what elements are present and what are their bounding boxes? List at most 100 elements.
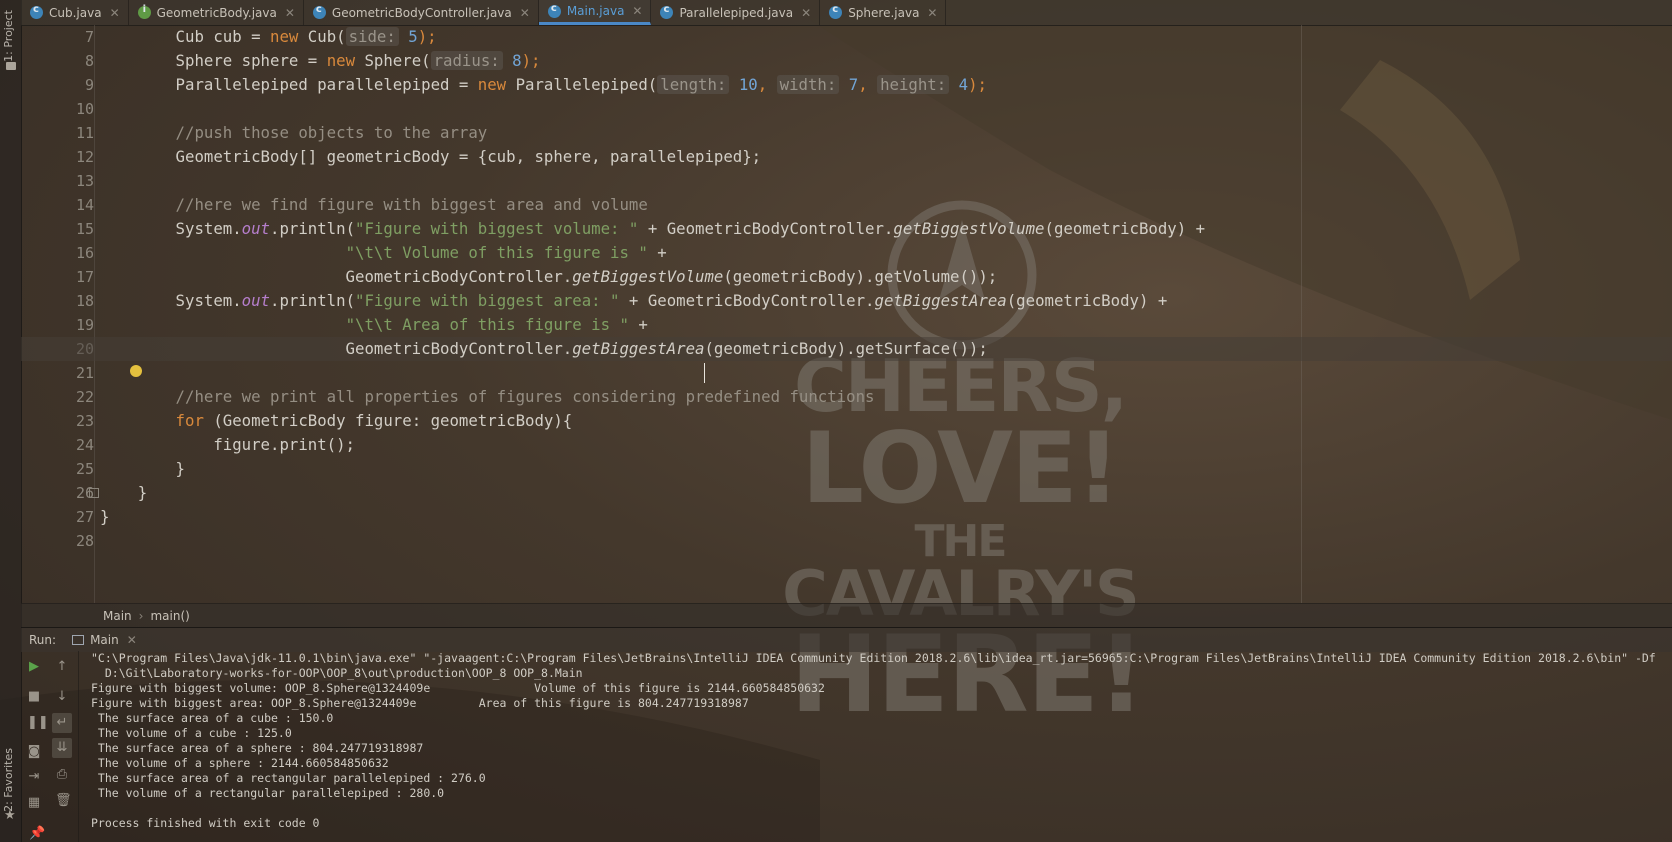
tab-cub-java[interactable]: Cub.java ✕ xyxy=(21,0,129,25)
text-caret xyxy=(704,363,705,383)
tab-label: GeometricBodyController.java xyxy=(331,5,512,20)
param-hint: length: xyxy=(657,75,730,94)
breadcrumb-class[interactable]: Main xyxy=(103,609,132,623)
tab-parallelepiped-java[interactable]: Parallelepiped.java ✕ xyxy=(651,0,821,25)
console-line: The surface area of a sphere : 804.24771… xyxy=(91,741,424,755)
ide-window: CHEERS, LOVE! THE CAVALRY'S HERE! 1: Pro… xyxy=(0,0,1672,842)
code-line-7: Cub cub = new Cub(side: 5); xyxy=(100,27,437,46)
breadcrumb: Main › main() xyxy=(21,603,1672,628)
class-icon xyxy=(660,4,674,19)
tab-sphere-java[interactable]: Sphere.java ✕ xyxy=(820,0,947,25)
tab-geometricbody-java[interactable]: GeometricBody.java ✕ xyxy=(129,0,304,25)
class-icon xyxy=(30,4,43,19)
login-icon[interactable]: ⇥ xyxy=(27,770,41,784)
console-output[interactable]: "C:\Program Files\Java\jdk-11.0.1\bin\ja… xyxy=(86,651,1672,842)
code-line-24: figure.print(); xyxy=(100,435,356,454)
code-line-14: //here we find figure with biggest area … xyxy=(100,195,648,214)
scroll-to-end-icon[interactable]: ⇊ xyxy=(52,738,72,758)
code-line-11: //push those objects to the array xyxy=(100,123,488,142)
console-line: Figure with biggest volume: OOP_8.Sphere… xyxy=(91,681,825,695)
chevron-right-icon: › xyxy=(138,609,144,623)
soft-wrap-icon[interactable]: ↵ xyxy=(52,713,72,733)
close-icon[interactable]: ✕ xyxy=(927,6,937,20)
breadcrumb-method[interactable]: main() xyxy=(150,609,189,623)
code-editor[interactable]: 7 8 9 10 11 12 13 14 15 16 17 18 19 20 2… xyxy=(21,25,1672,603)
gutter-separator xyxy=(94,25,95,603)
console-line: The surface area of a rectangular parall… xyxy=(91,771,486,785)
star-icon[interactable]: ★ xyxy=(4,808,16,823)
line-number: 8 xyxy=(84,52,94,70)
param-hint: height: xyxy=(877,75,950,94)
line-number: 23 xyxy=(75,412,94,430)
line-number: 17 xyxy=(75,268,94,286)
close-icon[interactable]: ✕ xyxy=(801,6,811,20)
close-icon[interactable]: ✕ xyxy=(127,633,137,647)
console-line: The volume of a sphere : 2144.6605848506… xyxy=(91,756,389,770)
close-icon[interactable]: ✕ xyxy=(632,4,642,18)
tab-label: Cub.java xyxy=(49,5,102,20)
line-number: 15 xyxy=(75,220,94,238)
code-area[interactable]: Cub cub = new Cub(side: 5); Sphere spher… xyxy=(21,25,1672,603)
rerun-icon[interactable]: ▶ xyxy=(27,660,41,674)
code-line-27: } xyxy=(100,507,110,526)
tab-geometricbodycontroller-java[interactable]: GeometricBodyController.java ✕ xyxy=(304,0,539,25)
class-icon xyxy=(829,4,843,19)
layout-icon[interactable]: ▦ xyxy=(27,796,41,810)
tab-main-java[interactable]: Main.java ✕ xyxy=(538,0,652,25)
line-number: 24 xyxy=(75,436,94,454)
code-line-17: GeometricBodyController.getBiggestVolume… xyxy=(100,267,998,286)
stop-icon[interactable]: ■ xyxy=(27,690,41,704)
close-icon[interactable]: ✕ xyxy=(285,6,295,20)
line-number: 7 xyxy=(84,28,94,46)
code-line-19: "\t\t Area of this figure is " + xyxy=(345,315,648,334)
line-number: 14 xyxy=(75,196,94,214)
code-line-23: for (GeometricBody figure: geometricBody… xyxy=(100,411,573,430)
print-icon[interactable]: ⎙ xyxy=(55,768,69,782)
run-tab-main[interactable]: Main ✕ xyxy=(72,633,137,647)
line-number: 27 xyxy=(75,508,94,526)
interface-icon xyxy=(137,4,151,19)
trash-icon[interactable]: 🗑 xyxy=(55,794,72,808)
project-tool-window-button[interactable]: 1: Project xyxy=(2,10,15,62)
class-icon xyxy=(547,3,561,18)
tab-label: GeometricBody.java xyxy=(156,5,277,20)
line-number: 22 xyxy=(75,388,94,406)
console-line: Process finished with exit code 0 xyxy=(91,816,320,830)
code-line-26: } xyxy=(100,483,148,502)
camera-icon[interactable]: ◙ xyxy=(27,745,41,759)
close-icon[interactable]: ✕ xyxy=(520,6,530,20)
fold-marker-icon[interactable] xyxy=(89,488,99,498)
intention-bulb-icon[interactable] xyxy=(130,365,142,377)
code-line-22: //here we print all properties of figure… xyxy=(100,387,875,406)
line-number-gutter: 7 8 9 10 11 12 13 14 15 16 17 18 19 20 2… xyxy=(21,25,94,603)
close-icon[interactable]: ✕ xyxy=(110,6,120,20)
pause-icon[interactable]: ❚❚ xyxy=(27,716,49,730)
console-line: The surface area of a cube : 150.0 xyxy=(91,711,334,725)
line-number: 9 xyxy=(84,76,94,94)
console-line: Figure with biggest area: OOP_8.Sphere@1… xyxy=(91,696,749,710)
arrow-up-icon[interactable]: ↑ xyxy=(55,660,69,674)
run-config-icon xyxy=(72,635,85,645)
line-number: 26 xyxy=(75,484,94,502)
line-number: 18 xyxy=(75,292,94,310)
class-icon xyxy=(312,4,326,19)
line-number: 25 xyxy=(75,460,94,478)
code-line-20: GeometricBodyController.getBiggestArea(g… xyxy=(21,337,1672,361)
editor-tab-bar: Cub.java ✕ GeometricBody.java ✕ Geometri… xyxy=(21,0,1672,26)
tab-label: Main.java xyxy=(566,4,625,18)
line-number: 12 xyxy=(75,148,94,166)
code-line-25: } xyxy=(100,459,186,478)
arrow-down-icon[interactable]: ↓ xyxy=(55,690,69,704)
console-line: The volume of a cube : 125.0 xyxy=(91,726,292,740)
code-line-18: System.out.println("Figure with biggest … xyxy=(100,291,1168,310)
line-number: 10 xyxy=(75,100,94,118)
favorites-tool-window-button[interactable]: 2: Favorites xyxy=(2,748,15,812)
param-hint: radius: xyxy=(430,51,503,70)
code-line-15: System.out.println("Figure with biggest … xyxy=(100,219,1206,238)
folder-icon[interactable] xyxy=(6,62,16,70)
console-line: The volume of a rectangular parallelepip… xyxy=(91,786,445,800)
line-number: 21 xyxy=(75,364,94,382)
left-tool-strip: 1: Project 2: Favorites ★ xyxy=(0,0,22,842)
line-number: 28 xyxy=(75,532,94,550)
pin-icon[interactable]: 📌 xyxy=(29,827,45,841)
